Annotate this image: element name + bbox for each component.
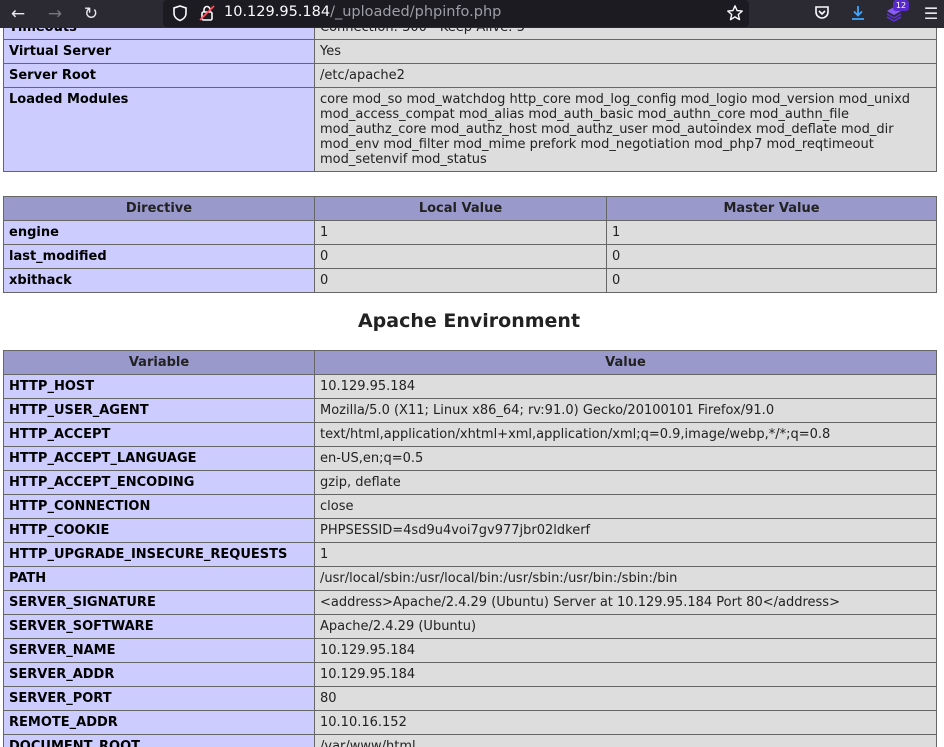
apache-environment-table: Variable Value HTTP_HOST 10.129.95.184 HTT… (3, 350, 937, 747)
row-value: /etc/apache2 (314, 63, 937, 88)
row-label: HTTP_ACCEPT_ENCODING (3, 470, 315, 495)
table-row: DOCUMENT_ROOT/var/www/html (3, 734, 937, 747)
row-value: 1 (606, 220, 937, 245)
table-row: TimeoutsConnection: 300 - Keep-Alive: 5 (3, 28, 937, 40)
row-value: text/html,application/xhtml+xml,applicat… (314, 422, 937, 447)
row-label: Loaded Modules (3, 87, 315, 172)
table-row: HTTP_UPGRADE_INSECURE_REQUESTS 1 (3, 542, 937, 567)
row-label: SERVER_PORT (3, 686, 315, 711)
row-label: DOCUMENT_ROOT (3, 734, 315, 747)
row-label: HTTP_HOST (3, 374, 315, 399)
table-row: PATH/usr/local/sbin:/usr/local/bin:/usr/… (3, 566, 937, 591)
page-content: TimeoutsConnection: 300 - Keep-Alive: 5V… (0, 28, 944, 747)
row-value: Yes (314, 39, 937, 64)
row-label: Timeouts (3, 28, 315, 40)
row-label: engine (3, 220, 315, 245)
row-value: 0 (314, 268, 607, 293)
row-value: /usr/local/sbin:/usr/local/bin:/usr/sbin… (314, 566, 937, 591)
bookmark-star-icon[interactable] (726, 4, 744, 22)
table-row: SERVER_PORT 80 (3, 686, 937, 711)
pocket-icon[interactable] (813, 4, 831, 22)
table-row: REMOTE_ADDR 10.10.16.152 (3, 710, 937, 735)
row-label: SERVER_SIGNATURE (3, 590, 315, 615)
row-label: last_modified (3, 244, 315, 269)
address-bar[interactable]: 10.129.95.184/_uploaded/phpinfo.php (163, 0, 749, 27)
row-label: SERVER_SOFTWARE (3, 614, 315, 639)
url-host: 10.129.95.184 (224, 4, 331, 20)
row-label: HTTP_COOKIE (3, 518, 315, 543)
download-icon[interactable] (849, 4, 867, 22)
url-path: /_uploaded/phpinfo.php (330, 4, 502, 20)
row-label: SERVER_ADDR (3, 662, 315, 687)
table-row: HTTP_ACCEPT_ENCODING gzip, deflate (3, 470, 937, 495)
row-label: REMOTE_ADDR (3, 710, 315, 735)
shield-icon[interactable] (171, 4, 189, 22)
row-label: xbithack (3, 268, 315, 293)
row-value: en-US,en;q=0.5 (314, 446, 937, 471)
insecure-lock-icon[interactable] (198, 4, 216, 22)
table-row: SERVER_ADDR 10.129.95.184 (3, 662, 937, 687)
table-row: SERVER_SOFTWARE Apache/2.4.29 (Ubuntu) (3, 614, 937, 639)
row-value: 10.129.95.184 (314, 638, 937, 663)
row-value: 10.129.95.184 (314, 374, 937, 399)
row-value: gzip, deflate (314, 470, 937, 495)
table-row: HTTP_USER_AGENT Mozilla/5.0 (X11; Linux x… (3, 398, 937, 423)
row-value: core mod_so mod_watchdog http_core mod_l… (314, 87, 937, 172)
row-label: HTTP_USER_AGENT (3, 398, 315, 423)
browser-toolbar: ← → ↻ 10.129.95.184/_uploaded/phpinfo.ph… (0, 0, 944, 28)
table-row: Loaded Modules core mod_so mod_watchdog h… (3, 87, 937, 172)
url-text[interactable]: 10.129.95.184/_uploaded/phpinfo.php (224, 4, 501, 20)
extension-badge: 12 (893, 0, 909, 11)
row-value: Mozilla/5.0 (X11; Linux x86_64; rv:91.0)… (314, 398, 937, 423)
row-label: HTTP_CONNECTION (3, 494, 315, 519)
column-header: Variable (3, 350, 315, 375)
table-row: Server Root/etc/apache2 (3, 63, 937, 88)
row-label: HTTP_UPGRADE_INSECURE_REQUESTS (3, 542, 315, 567)
table-row: HTTP_HOST 10.129.95.184 (3, 374, 937, 399)
row-value: Apache/2.4.29 (Ubuntu) (314, 614, 937, 639)
reload-icon[interactable]: ↻ (80, 3, 102, 25)
row-label: Virtual Server (3, 39, 315, 64)
row-label: HTTP_ACCEPT_LANGUAGE (3, 446, 315, 471)
row-label: SERVER_NAME (3, 638, 315, 663)
table-row: SERVER_NAME 10.129.95.184 (3, 638, 937, 663)
row-value: 10.129.95.184 (314, 662, 937, 687)
row-value: close (314, 494, 937, 519)
column-header: Local Value (314, 196, 607, 221)
row-label: HTTP_ACCEPT (3, 422, 315, 447)
table-row: last_modified 0 0 (3, 244, 937, 269)
table-row: HTTP_COOKIE PHPSESSID=4sd9u4voi7gv977jbr0… (3, 518, 937, 543)
back-icon[interactable]: ← (7, 3, 29, 25)
row-value: 0 (606, 268, 937, 293)
row-value: Connection: 300 - Keep-Alive: 5 (314, 28, 937, 40)
row-value: 80 (314, 686, 937, 711)
table-row: engine 1 1 (3, 220, 937, 245)
menu-icon[interactable]: ☰ (920, 3, 942, 25)
column-header: Master Value (606, 196, 937, 221)
section-title: Apache Environment (357, 310, 581, 332)
forward-icon[interactable]: → (44, 3, 66, 25)
table-row: Virtual Server Yes (3, 39, 937, 64)
row-value: 1 (314, 542, 937, 567)
directive-table: Directive Local Value Master Value engin… (3, 196, 937, 293)
table-row: HTTP_ACCEPT_LANGUAGE en-US,en;q=0.5 (3, 446, 937, 471)
row-value: 1 (314, 220, 607, 245)
row-value: 0 (606, 244, 937, 269)
row-label: Server Root (3, 63, 315, 88)
table-row: SERVER_SIGNATURE <address>Apache/2.4.29 (… (3, 590, 937, 615)
row-value: /var/www/html (314, 734, 937, 747)
table-row: HTTP_CONNECTION close (3, 494, 937, 519)
server-info-table: TimeoutsConnection: 300 - Keep-Alive: 5V… (3, 28, 937, 172)
row-label: PATH (3, 566, 315, 591)
row-value: 10.10.16.152 (314, 710, 937, 735)
column-header: Value (314, 350, 937, 375)
row-value: PHPSESSID=4sd9u4voi7gv977jbr02ldkerf (314, 518, 937, 543)
table-row: xbithack 0 0 (3, 268, 937, 293)
row-value: <address>Apache/2.4.29 (Ubuntu) Server a… (314, 590, 937, 615)
table-row: HTTP_ACCEPT text/html,application/xhtml+x… (3, 422, 937, 447)
row-value: 0 (314, 244, 607, 269)
column-header: Directive (3, 196, 315, 221)
